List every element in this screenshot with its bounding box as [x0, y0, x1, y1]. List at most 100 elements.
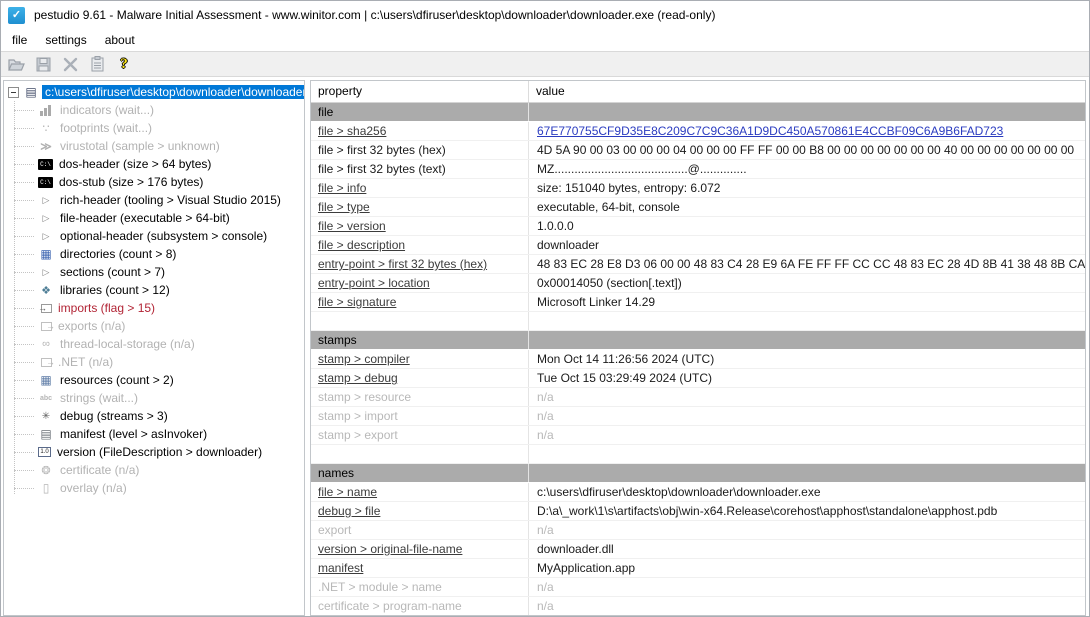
property-row[interactable]: file > infosize: 151040 bytes, entropy: … — [311, 179, 1085, 198]
property-row[interactable]: stamp > exportn/a — [311, 426, 1085, 445]
property-cell[interactable]: debug > file — [311, 502, 529, 520]
property-row[interactable]: certificate > program-namen/a — [311, 597, 1085, 616]
tree-item-target-file[interactable]: c:\users\dfiruser\desktop\downloader\dow… — [4, 83, 304, 101]
property-row[interactable]: version > original-file-namedownloader.d… — [311, 540, 1085, 559]
tree-item-label: version (FileDescription > downloader) — [54, 445, 265, 459]
property-row[interactable]: manifestMyApplication.app — [311, 559, 1085, 578]
collapse-expander-icon[interactable] — [8, 87, 19, 98]
tree-item-overlay[interactable]: overlay (n/a) — [4, 479, 304, 497]
tree-item-label: rich-header (tooling > Visual Studio 201… — [57, 193, 284, 207]
save-icon[interactable] — [33, 54, 53, 74]
tree-item-label: footprints (wait...) — [57, 121, 155, 135]
tree-item-strings[interactable]: strings (wait...) — [4, 389, 304, 407]
open-file-icon[interactable] — [6, 54, 26, 74]
value-cell: MZ......................................… — [529, 160, 1085, 178]
property-cell[interactable]: stamp > debug — [311, 369, 529, 387]
property-row[interactable]: .NET > module > namen/a — [311, 578, 1085, 597]
tree-item-label: dos-header (size > 64 bytes) — [56, 157, 214, 171]
column-header-property[interactable]: property — [311, 81, 529, 102]
property-cell[interactable]: file > version — [311, 217, 529, 235]
property-row[interactable]: stamp > compilerMon Oct 14 11:26:56 2024… — [311, 350, 1085, 369]
property-row[interactable]: exportn/a — [311, 521, 1085, 540]
debug-icon — [38, 409, 54, 423]
property-row[interactable]: file > descriptiondownloader — [311, 236, 1085, 255]
tree-item-label: exports (n/a) — [55, 319, 128, 333]
menu-file[interactable]: file — [3, 33, 36, 47]
tree-item-optional-header[interactable]: optional-header (subsystem > console) — [4, 227, 304, 245]
value-cell: downloader — [529, 236, 1085, 254]
menu-about[interactable]: about — [96, 33, 144, 47]
value-cell: 4D 5A 90 00 03 00 00 00 04 00 00 00 FF F… — [529, 141, 1085, 159]
property-cell[interactable]: file > type — [311, 198, 529, 216]
menu-settings[interactable]: settings — [36, 33, 95, 47]
tree-item-libraries[interactable]: libraries (count > 12) — [4, 281, 304, 299]
tree-item-virustotal[interactable]: virustotal (sample > unknown) — [4, 137, 304, 155]
tree-item-footprints[interactable]: footprints (wait...) — [4, 119, 304, 137]
property-row[interactable]: stamp > debugTue Oct 15 03:29:49 2024 (U… — [311, 369, 1085, 388]
exports-icon — [41, 322, 52, 331]
report-icon[interactable] — [87, 54, 107, 74]
tree-item-version[interactable]: version (FileDescription > downloader) — [4, 443, 304, 461]
value-cell[interactable]: 67E770755CF9D35E8C209C7C9C36A1D9DC450A57… — [529, 122, 1085, 140]
value-cell: n/a — [529, 388, 1085, 406]
property-row[interactable]: stamp > importn/a — [311, 407, 1085, 426]
tree-item-exports[interactable]: exports (n/a) — [4, 317, 304, 335]
property-cell[interactable]: stamp > compiler — [311, 350, 529, 368]
tree-item-imports[interactable]: imports (flag > 15) — [4, 299, 304, 317]
version-icon — [38, 447, 51, 457]
property-cell[interactable]: file > name — [311, 483, 529, 501]
tree-item-resources[interactable]: resources (count > 2) — [4, 371, 304, 389]
section-label: stamps — [311, 331, 529, 349]
tree-item-manifest[interactable]: manifest (level > asInvoker) — [4, 425, 304, 443]
property-row[interactable]: file > first 32 bytes (hex)4D 5A 90 00 0… — [311, 141, 1085, 160]
property-row[interactable]: file > version1.0.0.0 — [311, 217, 1085, 236]
help-icon[interactable]: ? — [114, 54, 134, 74]
property-row[interactable]: entry-point > location0x00014050 (sectio… — [311, 274, 1085, 293]
property-row[interactable]: debug > fileD:\a\_work\1\s\artifacts\obj… — [311, 502, 1085, 521]
tree-item-rich-header[interactable]: rich-header (tooling > Visual Studio 201… — [4, 191, 304, 209]
tree-item-thread-local-storage[interactable]: thread-local-storage (n/a) — [4, 335, 304, 353]
property-cell[interactable]: entry-point > location — [311, 274, 529, 292]
tree-item-label: file-header (executable > 64-bit) — [57, 211, 233, 225]
tree-item-certificate[interactable]: certificate (n/a) — [4, 461, 304, 479]
property-row[interactable]: file > signatureMicrosoft Linker 14.29 — [311, 293, 1085, 312]
value-cell: MyApplication.app — [529, 559, 1085, 577]
property-cell[interactable]: entry-point > first 32 bytes (hex) — [311, 255, 529, 273]
menubar: file settings about — [1, 29, 1089, 51]
tree-item-dos-stub[interactable]: dos-stub (size > 176 bytes) — [4, 173, 304, 191]
value-cell: executable, 64-bit, console — [529, 198, 1085, 216]
tree-item-debug[interactable]: debug (streams > 3) — [4, 407, 304, 425]
tree-item-dos-header[interactable]: dos-header (size > 64 bytes) — [4, 155, 304, 173]
toolbar: ? — [1, 51, 1089, 77]
overlay-icon — [38, 481, 54, 495]
property-row[interactable]: file > sha25667E770755CF9D35E8C209C7C9C3… — [311, 122, 1085, 141]
property-cell[interactable]: file > signature — [311, 293, 529, 311]
tree-item-label: thread-local-storage (n/a) — [57, 337, 198, 351]
section-row[interactable]: file — [311, 103, 1085, 122]
tree-item-label: c:\users\dfiruser\desktop\downloader\dow… — [42, 85, 304, 99]
property-row[interactable]: file > namec:\users\dfiruser\desktop\dow… — [311, 483, 1085, 502]
close-file-icon[interactable] — [60, 54, 80, 74]
tree-item-sections[interactable]: sections (count > 7) — [4, 263, 304, 281]
section-row[interactable]: names — [311, 464, 1085, 483]
tree-item-file-header[interactable]: file-header (executable > 64-bit) — [4, 209, 304, 227]
properties-panel: property value filefile > sha25667E77075… — [310, 80, 1086, 616]
property-cell[interactable]: file > info — [311, 179, 529, 197]
tree-item-directories[interactable]: directories (count > 8) — [4, 245, 304, 263]
property-cell[interactable]: file > sha256 — [311, 122, 529, 140]
property-row[interactable]: file > typeexecutable, 64-bit, console — [311, 198, 1085, 217]
property-cell[interactable]: file > description — [311, 236, 529, 254]
property-cell[interactable]: version > original-file-name — [311, 540, 529, 558]
pestudio-app-icon: ✓ — [8, 7, 25, 24]
column-header-value[interactable]: value — [529, 81, 1085, 102]
resources-icon — [38, 373, 54, 387]
property-row[interactable]: entry-point > first 32 bytes (hex)48 83 … — [311, 255, 1085, 274]
section-row[interactable]: stamps — [311, 331, 1085, 350]
property-row[interactable]: stamp > resourcen/a — [311, 388, 1085, 407]
tree-item-dotnet[interactable]: .NET (n/a) — [4, 353, 304, 371]
tree-item-label: libraries (count > 12) — [57, 283, 173, 297]
tree-item-indicators[interactable]: indicators (wait...) — [4, 101, 304, 119]
tree-item-label: imports (flag > 15) — [55, 301, 158, 315]
property-cell[interactable]: manifest — [311, 559, 529, 577]
property-row[interactable]: file > first 32 bytes (text)MZ..........… — [311, 160, 1085, 179]
